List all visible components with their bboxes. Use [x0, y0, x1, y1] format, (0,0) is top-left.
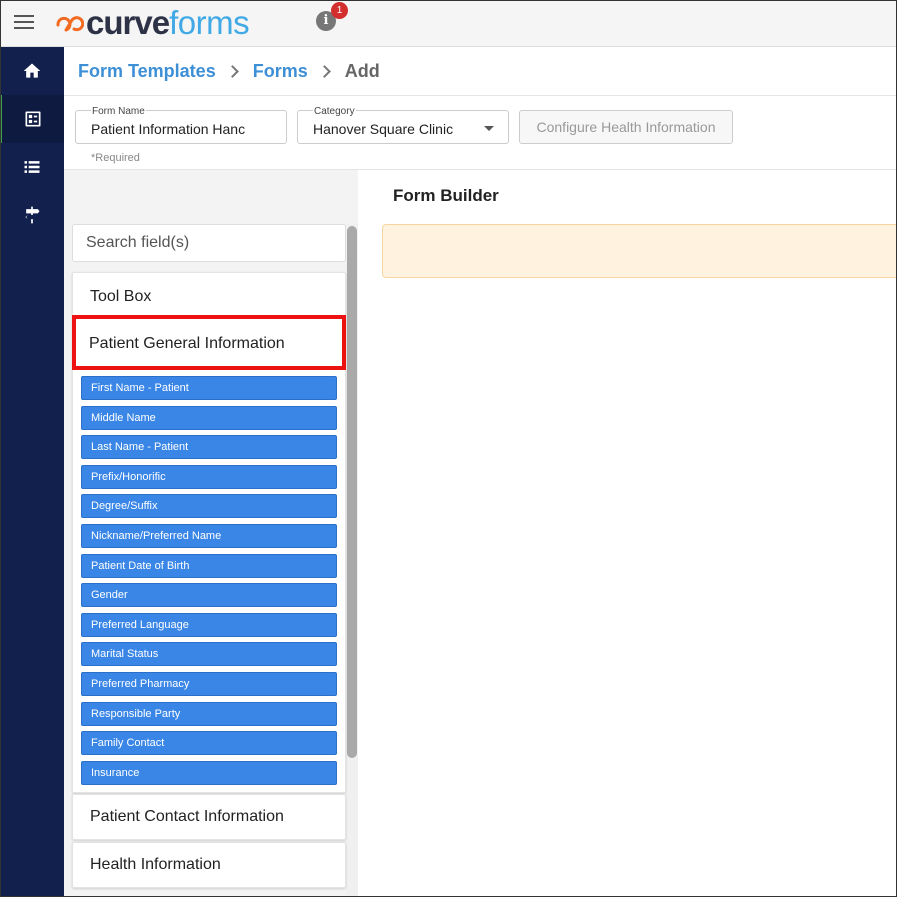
chevron-right-icon	[317, 64, 331, 78]
forms-icon	[25, 111, 41, 127]
header-divider	[64, 95, 897, 96]
top-app-bar: curve forms i 1	[0, 0, 897, 47]
form-name-field[interactable]: Form Name Patient Information Hanc	[75, 106, 287, 144]
list-icon	[24, 161, 40, 173]
field-chip[interactable]: Last Name - Patient	[81, 435, 337, 460]
field-chip[interactable]: Insurance	[81, 760, 337, 785]
patient-general-information-title[interactable]: Patient General Information	[89, 335, 285, 353]
health-information-section[interactable]: Health Information	[72, 842, 346, 888]
form-name-label: Form Name	[91, 106, 146, 117]
field-chip[interactable]: Preferred Pharmacy	[81, 671, 337, 696]
breadcrumb-current: Add	[344, 60, 380, 81]
field-chip[interactable]: Marital Status	[81, 642, 337, 667]
category-label: Category	[313, 106, 356, 117]
sidebar-item-home[interactable]	[0, 47, 64, 95]
home-icon	[23, 63, 41, 78]
form-name-value[interactable]: Patient Information Hanc	[91, 121, 251, 137]
form-builder-title: Form Builder	[393, 186, 499, 205]
breadcrumb-forms[interactable]: Forms	[253, 61, 308, 82]
toolbox-title[interactable]: Tool Box	[90, 288, 151, 306]
configure-health-information-button[interactable]: Configure Health Information	[519, 110, 733, 144]
logo-forms-text: forms	[169, 4, 250, 41]
chevron-right-icon	[225, 64, 239, 78]
patient-contact-information-title[interactable]: Patient Contact Information	[90, 808, 284, 826]
field-chip[interactable]: Family Contact	[81, 731, 337, 756]
field-chip[interactable]: Middle Name	[81, 405, 337, 430]
menu-icon[interactable]	[14, 15, 34, 31]
app-logo: curve forms	[54, 4, 250, 41]
field-chip[interactable]: Patient Date of Birth	[81, 553, 337, 578]
required-note: *Required	[91, 152, 140, 164]
field-chip[interactable]: Gender	[81, 583, 337, 608]
dropdown-arrow-icon[interactable]	[484, 126, 494, 131]
sidebar	[0, 47, 64, 897]
field-chip[interactable]: First Name - Patient	[81, 376, 337, 400]
field-chip[interactable]: Responsible Party	[81, 701, 337, 726]
breadcrumb-form-templates[interactable]: Form Templates	[78, 61, 216, 82]
breadcrumb: Form Templates Forms Add	[78, 60, 380, 82]
logo-mark-icon	[56, 16, 84, 32]
sidebar-item-signpost[interactable]	[0, 191, 64, 239]
logo-curve-text: curve	[86, 4, 170, 41]
patient-general-information-header[interactable]: Patient General Information	[72, 315, 346, 370]
patient-contact-information-section[interactable]: Patient Contact Information	[72, 794, 346, 840]
field-chip[interactable]: Nickname/Preferred Name	[81, 523, 337, 548]
sidebar-item-list[interactable]	[0, 143, 64, 191]
sidebar-item-forms[interactable]	[0, 95, 64, 143]
search-field-input[interactable]: Search field(s)	[72, 224, 346, 262]
patient-general-fields: First Name - Patient Middle Name Last Na…	[81, 376, 337, 790]
notification-badge: 1	[331, 2, 348, 19]
field-chip[interactable]: Prefix/Honorific	[81, 464, 337, 489]
signpost-icon	[25, 206, 40, 224]
category-value: Hanover Square Clinic	[313, 121, 454, 137]
field-chip[interactable]: Preferred Language	[81, 612, 337, 637]
health-information-title[interactable]: Health Information	[90, 856, 221, 874]
form-drop-zone[interactable]	[382, 224, 897, 278]
toolbox-scrollbar-thumb[interactable]	[347, 226, 357, 758]
category-select[interactable]: Category Hanover Square Clinic	[297, 106, 509, 144]
field-chip[interactable]: Degree/Suffix	[81, 494, 337, 519]
